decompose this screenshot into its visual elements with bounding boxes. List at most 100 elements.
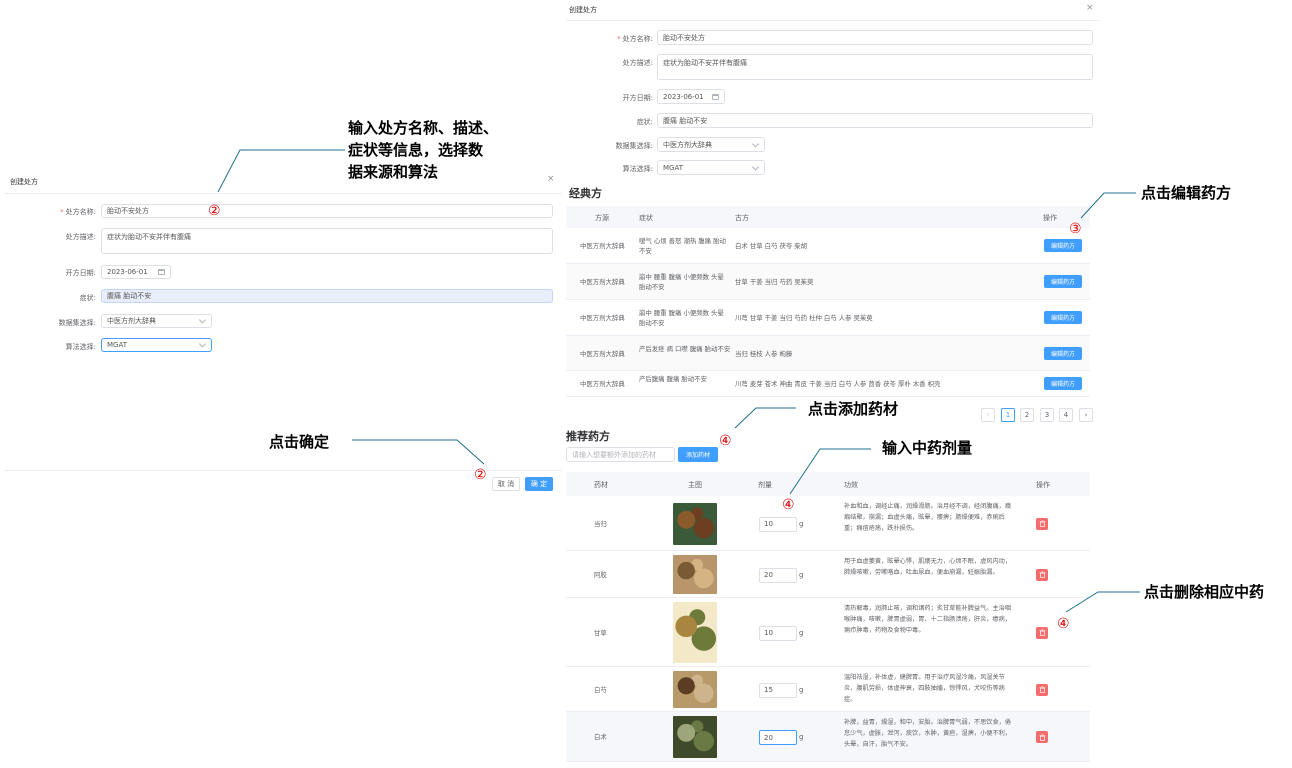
cancel-button[interactable]: 取 消: [492, 477, 520, 491]
left-dialog-title: 创建处方: [10, 178, 38, 186]
add-herb-button[interactable]: 添加药材: [678, 447, 718, 462]
left-divider: [4, 193, 562, 194]
right-symptom-input[interactable]: 腹痛 胎动不安: [657, 113, 1093, 128]
dose-unit: g: [799, 570, 804, 579]
step-number-4-dose: ④: [782, 497, 795, 513]
classic-row-divider: [566, 396, 1090, 397]
right-name-label: * 处方名称:: [617, 35, 653, 43]
rec-cell-effect: 温阳祛湿，补体虚，健脾胃。用于治疗风湿冷痛，风湿关节炎，腰肌劳损，体虚神衰，四肢…: [844, 674, 1005, 703]
rec-row-divider: [566, 761, 1090, 762]
classic-cell-symptom: 嗳气 心烦 善怒 潮热 腹痛 胎动不安: [639, 237, 726, 255]
classic-cell-formula: 白术 甘草 白芍 茯苓 柴胡: [735, 242, 808, 250]
prev-page-button[interactable]: ‹: [981, 408, 995, 422]
delete-herb-button[interactable]: [1036, 517, 1048, 530]
herb-image: [673, 671, 717, 708]
rec-cell-effect: 补血和血，调经止痛，润燥滑肠。治月经不调，经闭腹痛，癥瘕结聚，崩漏；血虚头痛，眩…: [844, 503, 1012, 532]
page-3-button[interactable]: 3: [1040, 408, 1054, 422]
page-4-button[interactable]: 4: [1059, 408, 1073, 422]
right-close-icon[interactable]: ×: [1086, 3, 1094, 13]
left-close-icon[interactable]: ×: [547, 174, 555, 184]
left-name-label: * 处方名称:: [60, 208, 96, 216]
chevron-down-icon: [198, 340, 207, 348]
rec-cell-herb: 白术: [594, 733, 607, 741]
annotation-input-info-line2: 症状等信息，选择数: [348, 141, 484, 159]
trash-icon: [1039, 629, 1045, 636]
delete-herb-button[interactable]: [1036, 626, 1048, 639]
classic-cell-source: 中医方剂大辞典: [580, 380, 625, 388]
left-name-input[interactable]: 胎动不安处方: [101, 204, 553, 218]
annotation-add-herb: 点击添加药材: [808, 400, 899, 418]
rec-cell-effect: 补脾，益胃，燥湿，和中，安胎。治脾胃气弱，不思饮食，倦怠少气，虚胀，泄泻，痰饮，…: [844, 719, 1012, 748]
dose-input[interactable]: 10: [759, 625, 797, 641]
edit-formula-button[interactable]: 编辑药方: [1044, 377, 1082, 390]
left-dataset-value: 中医方剂大辞典: [107, 317, 156, 325]
dose-input[interactable]: 20: [759, 730, 797, 745]
delete-herb-button[interactable]: [1036, 731, 1048, 743]
trash-icon: [1039, 571, 1045, 578]
classic-cell-symptom: 产后腹痛 腹痛 胎动不安: [639, 375, 707, 383]
dose-unit: g: [799, 685, 804, 694]
right-desc-textarea[interactable]: 症状为胎动不安并伴有腹痛: [657, 54, 1093, 80]
classic-cell-source: 中医方剂大辞典: [580, 242, 625, 250]
herb-image: [673, 502, 717, 545]
classic-heading: 经典方: [569, 187, 602, 200]
chevron-down-icon: [751, 139, 760, 148]
left-algo-select[interactable]: MGAT: [101, 338, 212, 352]
dose-input[interactable]: 10: [759, 516, 797, 532]
page-1-button[interactable]: 1: [1001, 408, 1015, 422]
right-dataset-label: 数据集选择:: [615, 142, 653, 150]
rec-cell-herb: 白芍: [594, 685, 607, 694]
right-symptom-label: 症状:: [636, 118, 653, 126]
edit-formula-button[interactable]: 编辑药方: [1044, 275, 1082, 288]
annotation-confirm: 点击确定: [269, 433, 330, 451]
page-2-button[interactable]: 2: [1020, 408, 1034, 422]
right-date-value: 2023-06-01: [663, 92, 704, 101]
step-number-4-add: ④: [719, 433, 732, 449]
rec-th-dose: 剂量: [758, 481, 772, 489]
classic-cell-symptom: 崩中 腰重 腹痛 小便频数 头晕 胎动不安: [639, 273, 724, 291]
right-date-input[interactable]: 2023-06-01: [657, 89, 725, 104]
dose-input[interactable]: 15: [759, 682, 797, 698]
left-date-input[interactable]: 2023-06-01: [101, 265, 171, 279]
edit-formula-button[interactable]: 编辑药方: [1044, 346, 1082, 360]
right-desc-label: 处方描述:: [622, 59, 653, 67]
rec-cell-herb: 甘草: [594, 628, 607, 637]
chevron-down-icon: [198, 316, 207, 324]
annotation-delete-herb: 点击删除相应中药: [1144, 583, 1265, 601]
edit-formula-button[interactable]: 编辑药方: [1044, 311, 1082, 324]
step-number-2-form: ②: [208, 203, 221, 219]
left-symptom-label: 症状:: [79, 294, 96, 302]
right-dataset-select[interactable]: 中医方剂大辞典: [657, 137, 765, 152]
classic-th-formula: 古方: [735, 214, 749, 222]
next-page-button[interactable]: ›: [1079, 408, 1093, 422]
left-dataset-select[interactable]: 中医方剂大辞典: [101, 314, 212, 328]
classic-cell-source: 中医方剂大辞典: [580, 314, 625, 322]
left-symptom-input[interactable]: 腹痛 胎动不安: [101, 289, 553, 303]
annotation-leader-lines: [217, 149, 1140, 613]
confirm-button[interactable]: 确 定: [525, 477, 553, 491]
rec-row-divider: [566, 666, 1090, 667]
edit-formula-button[interactable]: 编辑药方: [1044, 239, 1082, 252]
herb-search-input[interactable]: 请输入想要额外添加的药材: [566, 447, 675, 462]
left-desc-textarea[interactable]: 症状为胎动不安并伴有腹痛: [101, 228, 553, 254]
left-date-value: 2023-06-01: [107, 268, 148, 276]
classic-cell-formula: 川芎 甘草 干姜 当归 芍药 杜仲 白芍 人参 吴茱萸: [735, 314, 873, 322]
trash-icon: [1039, 686, 1045, 693]
recommend-header-row: [566, 472, 1090, 496]
classic-cell-source: 中医方剂大辞典: [580, 349, 625, 358]
dose-input[interactable]: 20: [759, 567, 797, 583]
right-date-label: 开方日期:: [622, 94, 653, 102]
right-name-input[interactable]: 胎动不安处方: [657, 30, 1093, 45]
left-desc-label: 处方描述:: [65, 233, 96, 241]
right-algo-select[interactable]: MGAT: [657, 160, 765, 175]
trash-icon: [1039, 733, 1045, 741]
rec-th-op: 操作: [1036, 481, 1050, 489]
rec-th-herb: 药材: [594, 481, 608, 489]
delete-herb-button[interactable]: [1036, 683, 1048, 696]
dose-unit: g: [799, 628, 804, 637]
classic-cell-symptom: 产后发痉 病 口噤 腹痛 胎动不安: [639, 344, 731, 353]
right-dataset-value: 中医方剂大辞典: [663, 140, 712, 149]
rec-th-effect: 功效: [844, 481, 858, 489]
annotation-input-info-line3: 据来源和算法: [348, 163, 439, 181]
delete-herb-button[interactable]: [1036, 568, 1048, 581]
